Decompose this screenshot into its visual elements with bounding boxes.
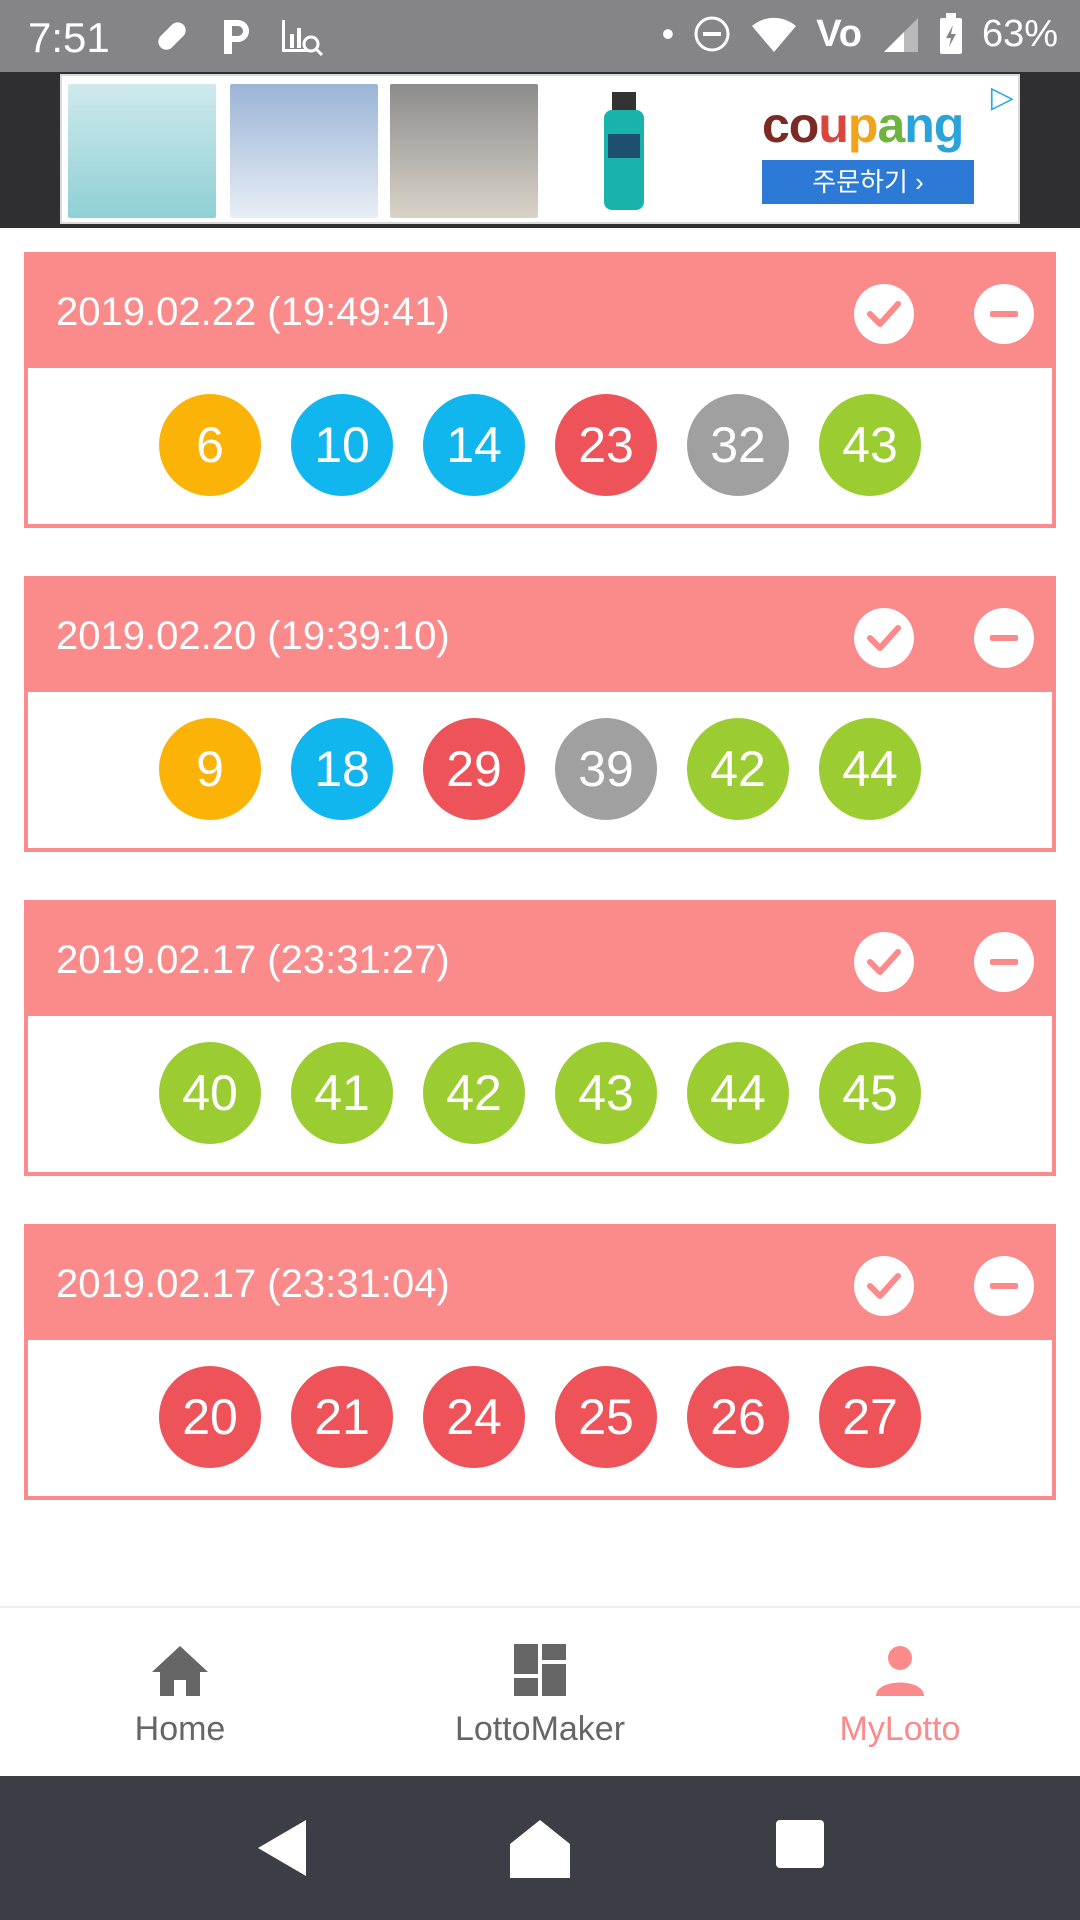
number-ball: 40: [159, 1042, 261, 1144]
number-ball: 14: [423, 394, 525, 496]
remove-button[interactable]: [974, 932, 1034, 992]
parking-app-icon: [224, 20, 249, 54]
number-balls: 20 21 24 25 26 27: [159, 1366, 921, 1468]
ticket-card: 2019.02.17 (23:31:04) 20 21 24 25 26 27: [24, 1224, 1056, 1500]
check-icon: [867, 301, 901, 327]
status-bar: 7:51 • Vo 63%: [0, 0, 1080, 72]
check-button[interactable]: [854, 1256, 914, 1316]
nav-lottomaker[interactable]: LottoMaker: [360, 1638, 720, 1749]
number-ball: 45: [819, 1042, 921, 1144]
minus-icon: [990, 311, 1018, 317]
check-icon: [867, 949, 901, 975]
pill-icon: [158, 22, 186, 50]
number-balls: 6 10 14 23 32 43: [159, 394, 921, 496]
home-icon: [152, 1646, 208, 1696]
ticket-date: 2019.02.17 (23:31:04): [56, 1262, 450, 1306]
number-ball: 24: [423, 1366, 525, 1468]
notification-dot-icon: •: [661, 13, 675, 54]
number-ball: 39: [555, 718, 657, 820]
status-time: 7:51: [28, 14, 110, 61]
number-balls: 9 18 29 39 42 44: [159, 718, 921, 820]
check-icon: [867, 625, 901, 651]
volte-icon: Vo: [816, 13, 862, 55]
minus-icon: [990, 1283, 1018, 1289]
number-ball: 23: [555, 394, 657, 496]
check-button[interactable]: [854, 608, 914, 668]
remove-button[interactable]: [974, 608, 1034, 668]
chart-search-icon: [282, 20, 324, 57]
ad-order-button[interactable]: 주문하기 ›: [762, 160, 974, 204]
number-balls: 40 41 42 43 44 45: [159, 1042, 921, 1144]
number-ball: 26: [687, 1366, 789, 1468]
back-icon[interactable]: [254, 1816, 310, 1880]
ad-thumb-water[interactable]: [68, 84, 216, 218]
number-ball: 42: [687, 718, 789, 820]
number-ball: 42: [423, 1042, 525, 1144]
number-ball: 27: [819, 1366, 921, 1468]
remove-button[interactable]: [974, 1256, 1034, 1316]
number-ball: 41: [291, 1042, 393, 1144]
number-ball: 44: [687, 1042, 789, 1144]
person-icon: [876, 1646, 924, 1696]
ticket-header: 2019.02.20 (19:39:10): [28, 580, 1052, 692]
ticket-card: 2019.02.20 (19:39:10) 9 18 29 39 42 44: [24, 576, 1056, 852]
check-button[interactable]: [854, 932, 914, 992]
ad-thumb-bed[interactable]: [390, 84, 538, 218]
ticket-card: 2019.02.22 (19:49:41) 6 10 14 23 32 43: [24, 252, 1056, 528]
number-ball: 10: [291, 394, 393, 496]
do-not-disturb-icon: [694, 16, 730, 52]
home-button-icon[interactable]: [508, 1816, 572, 1880]
number-ball: 18: [291, 718, 393, 820]
number-ball: 43: [555, 1042, 657, 1144]
system-nav-bar: [0, 1776, 1080, 1920]
number-ball: 9: [159, 718, 261, 820]
number-ball: 6: [159, 394, 261, 496]
ticket-header: 2019.02.22 (19:49:41): [28, 256, 1052, 368]
nav-mylotto-label: MyLotto: [839, 1710, 961, 1748]
check-icon: [867, 1273, 901, 1299]
check-button[interactable]: [854, 284, 914, 344]
number-ball: 20: [159, 1366, 261, 1468]
number-ball: 44: [819, 718, 921, 820]
ad-thumb-mouthwash[interactable]: [550, 84, 698, 218]
ticket-date: 2019.02.20 (19:39:10): [56, 614, 450, 658]
ticket-date: 2019.02.22 (19:49:41): [56, 290, 450, 334]
number-ball: 43: [819, 394, 921, 496]
dashboard-icon: [514, 1644, 566, 1696]
nav-home-label: Home: [134, 1710, 226, 1748]
number-ball: 29: [423, 718, 525, 820]
nav-home[interactable]: Home: [0, 1638, 360, 1749]
minus-icon: [990, 635, 1018, 641]
ad-brand-logo[interactable]: coupang: [762, 96, 964, 154]
number-ball: 32: [687, 394, 789, 496]
battery-icon: [939, 13, 962, 54]
number-ball: 21: [291, 1366, 393, 1468]
signal-icon: [883, 18, 918, 52]
minus-icon: [990, 959, 1018, 965]
battery-percent: 63%: [981, 13, 1058, 55]
ad-banner-bar: coupang 주문하기 › ▷: [0, 72, 1080, 228]
number-ball: 25: [555, 1366, 657, 1468]
ticket-header: 2019.02.17 (23:31:04): [28, 1228, 1052, 1340]
bottom-navigation: Home LottoMaker MyLotto: [0, 1606, 1080, 1776]
nav-mylotto[interactable]: MyLotto: [720, 1638, 1080, 1749]
ticket-card: 2019.02.17 (23:31:27) 40 41 42 43 44 45: [24, 900, 1056, 1176]
ad-thumb-bath[interactable]: [230, 84, 378, 218]
ticket-header: 2019.02.17 (23:31:27): [28, 904, 1052, 1016]
nav-lottomaker-label: LottoMaker: [454, 1710, 626, 1748]
recents-icon[interactable]: [774, 1816, 826, 1868]
ad-banner[interactable]: coupang 주문하기 › ▷: [60, 74, 1020, 224]
ticket-date: 2019.02.17 (23:31:27): [56, 938, 450, 982]
remove-button[interactable]: [974, 284, 1034, 344]
adchoices-icon[interactable]: ▷: [991, 80, 1014, 115]
wifi-icon: [752, 17, 797, 52]
